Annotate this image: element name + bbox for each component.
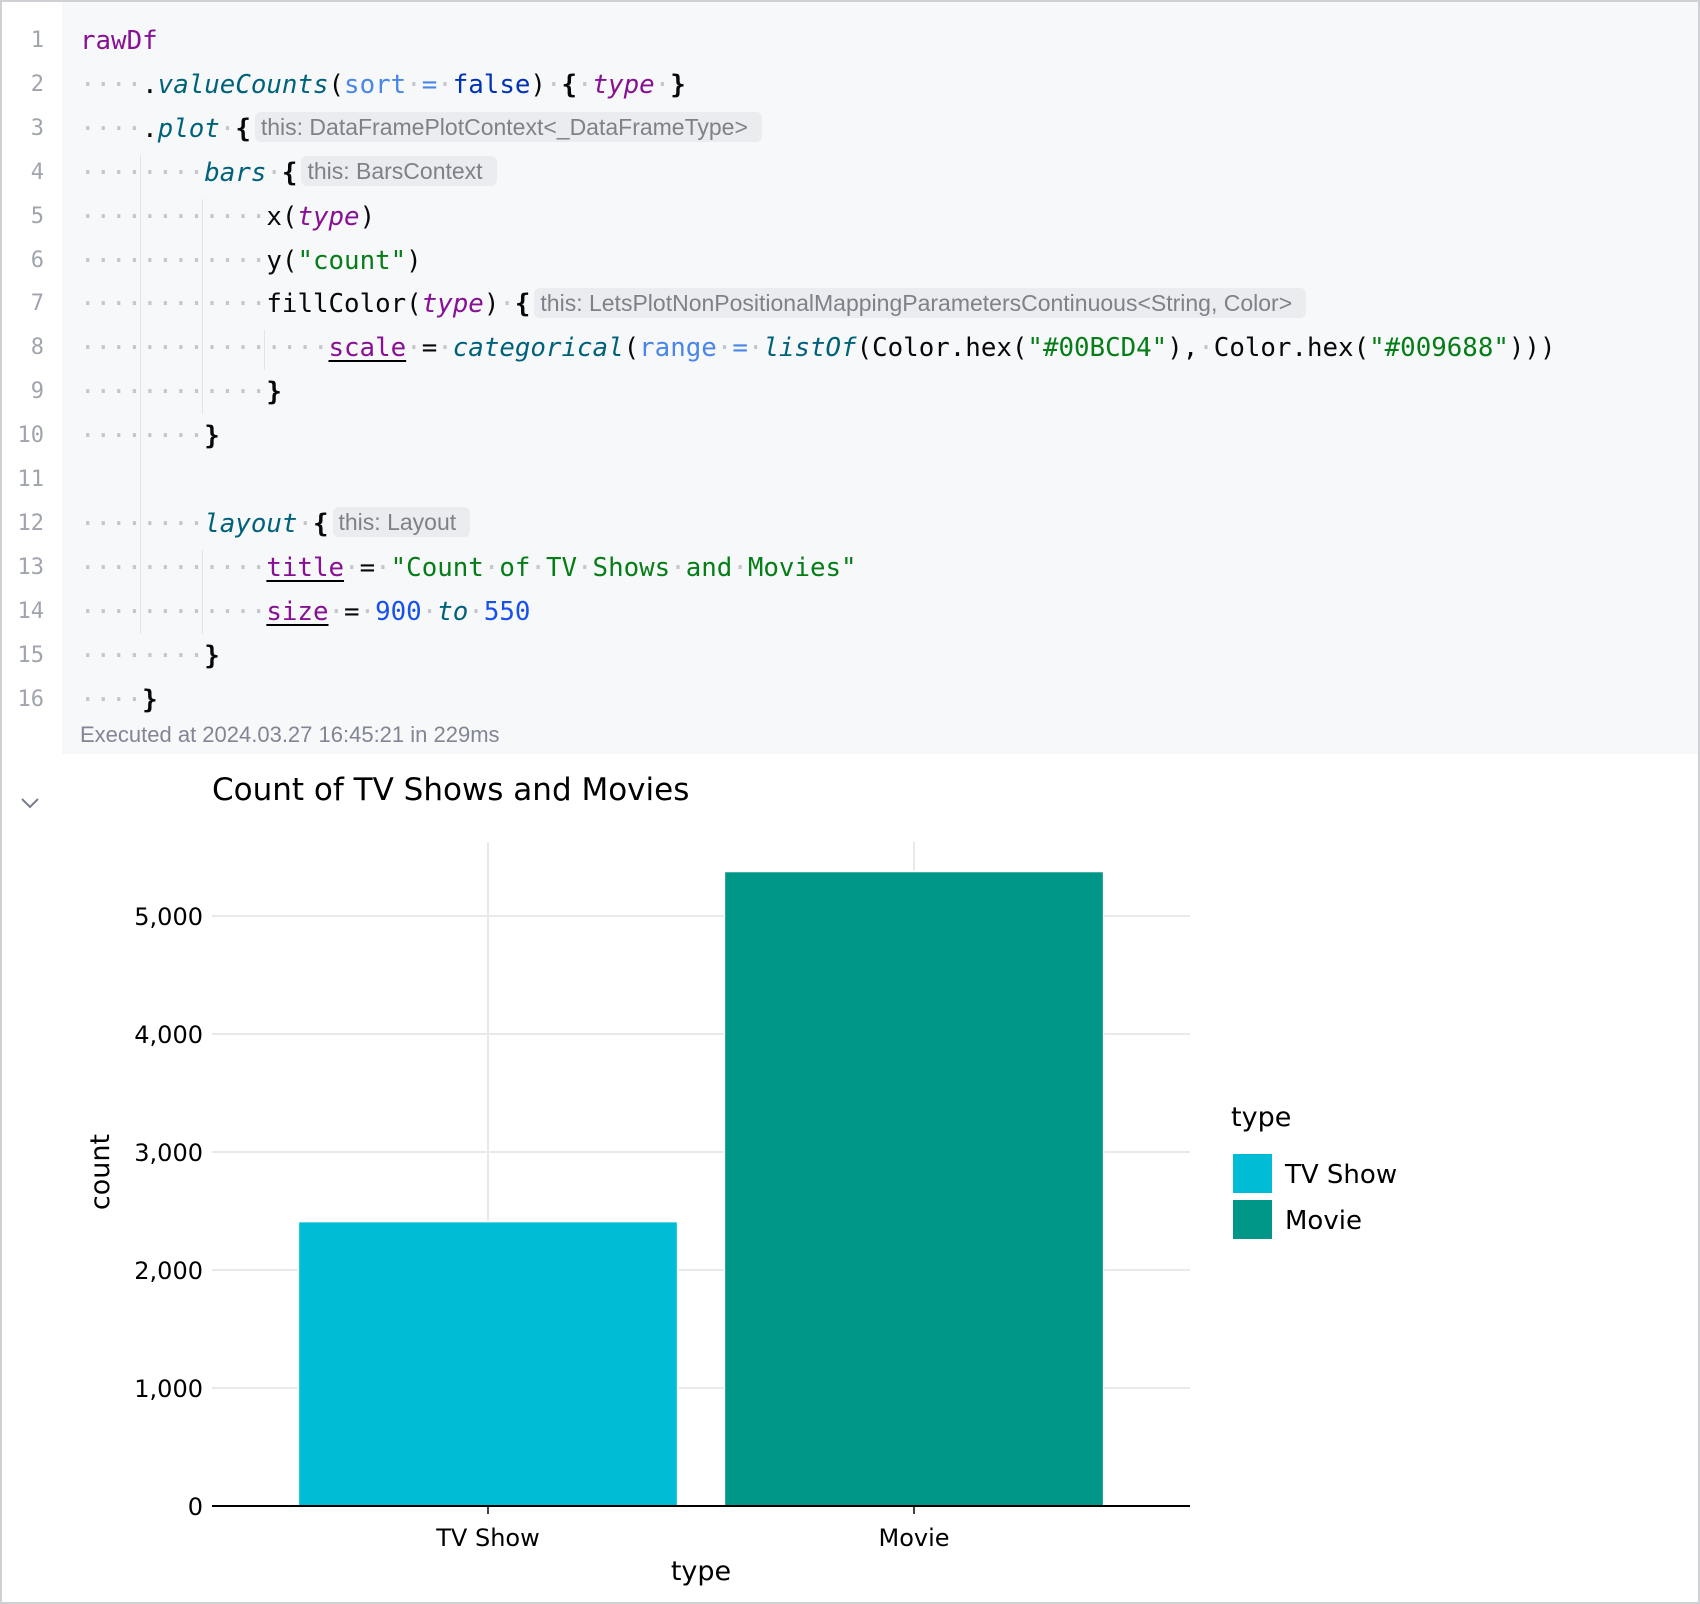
bar-chart: 0 1,000 2,000 3,000 4,000 5,000 TV Show Movie ty… [85, 842, 1397, 1587]
bar-tv-show[interactable] [297, 1220, 679, 1507]
y-tick-label: 0 [188, 1493, 203, 1521]
legend-label[interactable]: Movie [1285, 1206, 1362, 1236]
legend-title: type [1231, 1102, 1291, 1133]
y-axis-title: count [85, 1134, 116, 1210]
x-axis-title: type [671, 1556, 731, 1587]
x-tick-label: Movie [878, 1524, 949, 1552]
y-tick-label: 3,000 [134, 1139, 203, 1167]
bar-movie[interactable] [723, 870, 1105, 1507]
y-tick-label: 4,000 [134, 1021, 203, 1049]
y-tick-label: 1,000 [134, 1375, 203, 1403]
legend-label[interactable]: TV Show [1284, 1160, 1397, 1190]
y-tick-label: 5,000 [134, 903, 203, 931]
legend-swatch[interactable] [1233, 1200, 1272, 1239]
y-tick-label: 2,000 [134, 1257, 203, 1285]
legend-swatch[interactable] [1233, 1154, 1272, 1193]
x-tick-label: TV Show [435, 1524, 539, 1552]
